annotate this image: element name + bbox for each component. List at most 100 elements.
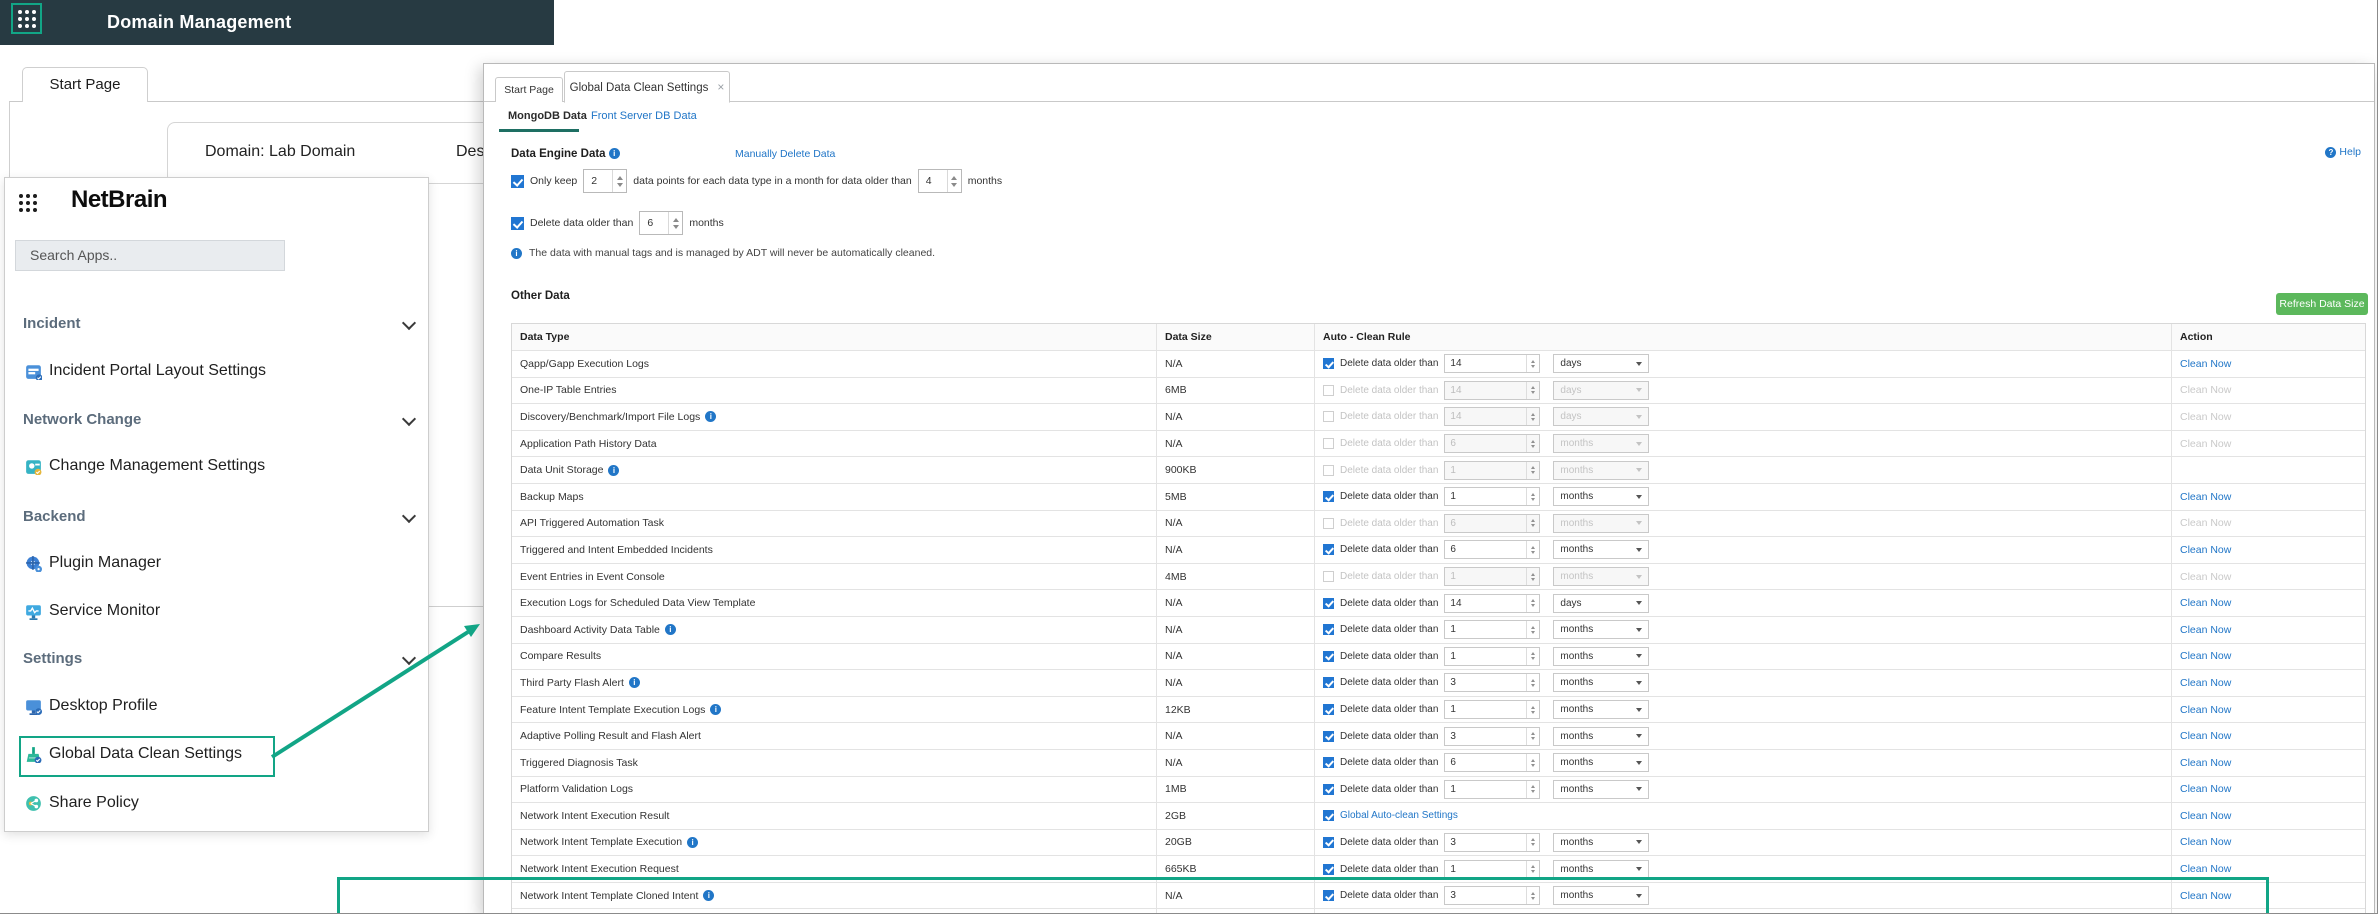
clean-now-link[interactable]: Clean Now bbox=[2180, 704, 2231, 716]
auto-clean-checkbox[interactable] bbox=[1323, 438, 1334, 450]
menu-item-service-monitor[interactable]: Service Monitor bbox=[25, 598, 160, 624]
clean-now-link[interactable]: Clean Now bbox=[2180, 544, 2231, 556]
info-icon[interactable]: i bbox=[664, 624, 676, 636]
auto-clean-checkbox[interactable] bbox=[1323, 624, 1334, 636]
clean-now-link[interactable]: Clean Now bbox=[2180, 491, 2231, 503]
refresh-data-size-button[interactable]: Refresh Data Size bbox=[2276, 293, 2368, 315]
time-unit-dropdown[interactable]: months bbox=[1553, 832, 1650, 852]
menu-item-plugin-manager[interactable]: Plugin Manager bbox=[25, 550, 161, 576]
auto-clean-checkbox[interactable] bbox=[1323, 384, 1334, 396]
clean-now-link[interactable]: Clean Now bbox=[2180, 358, 2231, 370]
chevron-down-icon[interactable] bbox=[403, 413, 415, 425]
auto-clean-checkbox[interactable] bbox=[1323, 517, 1334, 529]
auto-clean-checkbox[interactable] bbox=[1323, 358, 1334, 370]
clean-now-link[interactable]: Clean Now bbox=[2180, 624, 2231, 636]
chevron-down-icon[interactable] bbox=[403, 510, 415, 522]
time-unit-dropdown[interactable]: months bbox=[1553, 726, 1650, 746]
auto-clean-checkbox[interactable] bbox=[1323, 704, 1334, 716]
auto-clean-checkbox[interactable] bbox=[1323, 571, 1334, 583]
clean-now-link[interactable]: Clean Now bbox=[2180, 783, 2231, 795]
menu-item-change-management-settings[interactable]: Change Management Settings bbox=[25, 453, 265, 479]
older-than-value-stepper[interactable]: 6 bbox=[1444, 753, 1541, 773]
time-unit-dropdown[interactable]: months bbox=[1553, 886, 1650, 906]
auto-clean-checkbox[interactable] bbox=[1323, 810, 1334, 822]
older-than-value-stepper[interactable]: 1 bbox=[1444, 859, 1541, 879]
time-unit-dropdown[interactable]: months bbox=[1553, 673, 1650, 693]
clean-now-link[interactable]: Clean Now bbox=[2180, 650, 2231, 662]
auto-clean-checkbox[interactable] bbox=[1323, 836, 1334, 848]
time-unit-dropdown[interactable]: months bbox=[1553, 700, 1650, 720]
older-than-value-stepper[interactable]: 14 bbox=[1444, 593, 1541, 613]
manually-delete-data-link[interactable]: Manually Delete Data bbox=[735, 148, 835, 160]
subtab-front-server-db-data[interactable]: Front Server DB Data bbox=[591, 110, 697, 122]
tab-global-data-clean-settings[interactable]: Global Data Clean Settings × bbox=[564, 71, 730, 103]
time-unit-dropdown[interactable]: days bbox=[1553, 593, 1650, 613]
launcher-grid-icon[interactable] bbox=[19, 194, 37, 212]
older-than-value-stepper[interactable]: 3 bbox=[1444, 726, 1541, 746]
delete-older-stepper[interactable]: 6 bbox=[639, 211, 684, 235]
info-icon[interactable]: i bbox=[710, 704, 722, 716]
clean-now-link[interactable]: Clean Now bbox=[2180, 810, 2231, 822]
info-icon[interactable]: i bbox=[628, 677, 640, 689]
auto-clean-checkbox[interactable] bbox=[1323, 544, 1334, 556]
time-unit-dropdown[interactable]: months bbox=[1553, 487, 1650, 507]
chevron-down-icon[interactable] bbox=[403, 317, 415, 329]
search-apps-input[interactable]: Search Apps.. bbox=[15, 240, 285, 271]
subtab-mongodb-data[interactable]: MongoDB Data bbox=[499, 110, 587, 132]
tab-start-page[interactable]: Start Page bbox=[495, 77, 563, 102]
older-than-value-stepper[interactable]: 3 bbox=[1444, 886, 1541, 906]
menu-item-incident-portal-layout-settings[interactable]: Incident Portal Layout Settings bbox=[25, 358, 266, 384]
clean-now-link[interactable]: Clean Now bbox=[2180, 597, 2231, 609]
time-unit-dropdown[interactable]: days bbox=[1553, 354, 1650, 374]
older-than-value-stepper[interactable]: 3 bbox=[1444, 832, 1541, 852]
auto-clean-checkbox[interactable] bbox=[1323, 890, 1334, 902]
launcher-section-backend[interactable]: Backend bbox=[23, 503, 86, 529]
time-unit-dropdown[interactable]: months bbox=[1553, 620, 1650, 640]
app-launcher-icon[interactable] bbox=[17, 9, 36, 28]
info-icon[interactable]: i bbox=[703, 890, 715, 902]
info-icon[interactable]: i bbox=[687, 836, 699, 848]
launcher-section-incident[interactable]: Incident bbox=[23, 310, 81, 336]
time-unit-dropdown[interactable]: months bbox=[1553, 859, 1650, 879]
clean-now-link[interactable]: Clean Now bbox=[2180, 836, 2231, 848]
clean-now-link[interactable]: Clean Now bbox=[2180, 677, 2231, 689]
time-unit-dropdown[interactable]: months bbox=[1553, 540, 1650, 560]
older-than-value-stepper[interactable]: 14 bbox=[1444, 354, 1541, 374]
auto-clean-checkbox[interactable] bbox=[1323, 491, 1334, 503]
info-icon[interactable]: i bbox=[705, 411, 717, 423]
clean-now-link[interactable]: Clean Now bbox=[2180, 863, 2231, 875]
auto-clean-checkbox[interactable] bbox=[1323, 650, 1334, 662]
older-than-value-stepper[interactable]: 6 bbox=[1444, 540, 1541, 560]
auto-clean-checkbox[interactable] bbox=[1323, 783, 1334, 795]
tab-start-page-background[interactable]: Start Page bbox=[22, 67, 148, 102]
auto-clean-checkbox[interactable] bbox=[1323, 677, 1334, 689]
global-auto-clean-settings-link[interactable]: Global Auto-clean Settings bbox=[1340, 810, 1458, 821]
menu-item-desktop-profile[interactable]: Desktop Profile bbox=[25, 693, 158, 719]
auto-clean-checkbox[interactable] bbox=[1323, 863, 1334, 875]
close-tab-icon[interactable]: × bbox=[717, 80, 724, 94]
older-than-value-stepper[interactable]: 1 bbox=[1444, 620, 1541, 640]
older-than-value-stepper[interactable]: 1 bbox=[1444, 700, 1541, 720]
launcher-section-settings[interactable]: Settings bbox=[23, 645, 82, 671]
time-unit-dropdown[interactable]: months bbox=[1553, 779, 1650, 799]
launcher-section-network-change[interactable]: Network Change bbox=[23, 406, 141, 432]
delete-older-checkbox[interactable] bbox=[511, 216, 524, 230]
auto-clean-checkbox[interactable] bbox=[1323, 464, 1334, 476]
clean-now-link[interactable]: Clean Now bbox=[2180, 730, 2231, 742]
auto-clean-checkbox[interactable] bbox=[1323, 730, 1334, 742]
only-keep-checkbox[interactable] bbox=[511, 174, 524, 188]
time-unit-dropdown[interactable]: months bbox=[1553, 753, 1650, 773]
older-than-value-stepper[interactable]: 3 bbox=[1444, 673, 1541, 693]
menu-item-share-policy[interactable]: Share Policy bbox=[25, 790, 139, 816]
older-than-stepper[interactable]: 4 bbox=[917, 169, 962, 193]
chevron-down-icon[interactable] bbox=[403, 652, 415, 664]
info-icon[interactable]: i bbox=[608, 464, 620, 476]
auto-clean-checkbox[interactable] bbox=[1323, 411, 1334, 423]
older-than-value-stepper[interactable]: 1 bbox=[1444, 487, 1541, 507]
clean-now-link[interactable]: Clean Now bbox=[2180, 890, 2231, 902]
help-link[interactable]: ? Help bbox=[2325, 146, 2361, 158]
keep-points-stepper[interactable]: 2 bbox=[583, 169, 628, 193]
older-than-value-stepper[interactable]: 1 bbox=[1444, 779, 1541, 799]
older-than-value-stepper[interactable]: 1 bbox=[1444, 646, 1541, 666]
auto-clean-checkbox[interactable] bbox=[1323, 597, 1334, 609]
